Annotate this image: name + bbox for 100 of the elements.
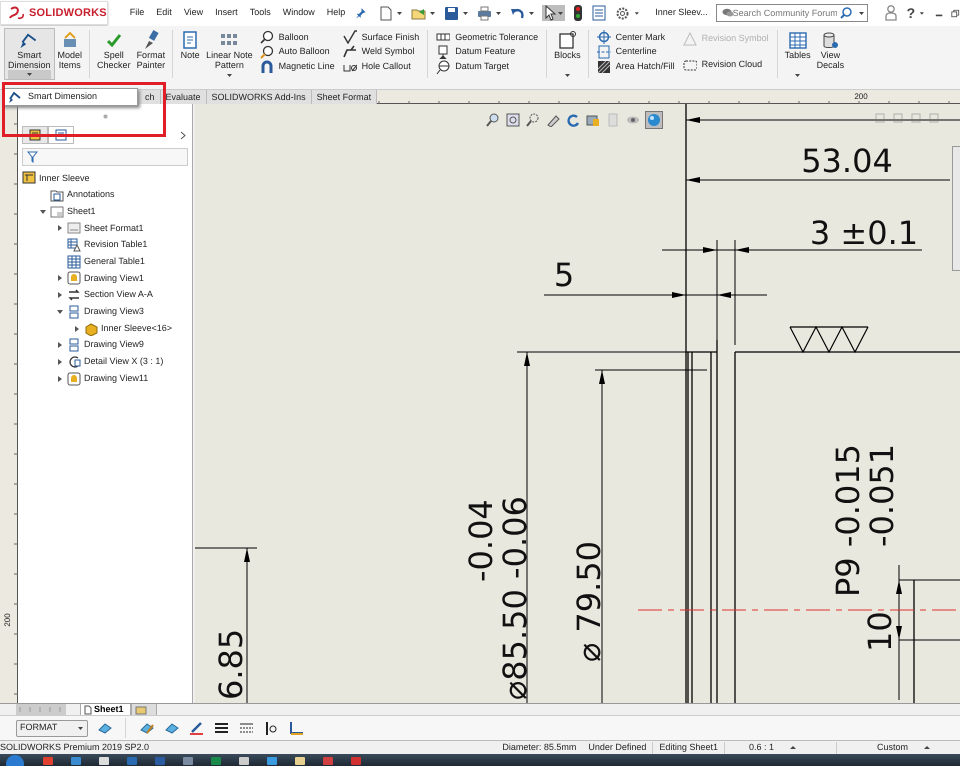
- pin-icon[interactable]: [355, 6, 367, 20]
- format-toolbar-button[interactable]: [238, 720, 255, 736]
- ribbon-button[interactable]: Centerline: [596, 44, 675, 60]
- ribbon-button[interactable]: View Decals: [814, 28, 848, 80]
- caret-icon: [428, 10, 436, 16]
- expand-arrow-icon[interactable]: [57, 358, 63, 365]
- toolbar-button[interactable]: [590, 5, 607, 21]
- line-thickness-icon: [214, 720, 229, 736]
- menu-item[interactable]: Edit: [150, 6, 178, 20]
- view-toolbar-button[interactable]: [525, 113, 541, 127]
- menu-item[interactable]: Window: [276, 6, 321, 20]
- tab[interactable]: SOLIDWORKS Add-Ins: [206, 90, 312, 104]
- tab[interactable]: ch: [140, 90, 161, 104]
- ribbon-button[interactable]: Revision Cloud: [682, 56, 769, 74]
- menu-item[interactable]: Help: [320, 6, 352, 20]
- filter-field[interactable]: [22, 148, 188, 166]
- tree-item[interactable]: Drawing View1: [84, 272, 144, 286]
- tree-item[interactable]: Revision Table1: [84, 238, 148, 252]
- help-button[interactable]: ?: [906, 2, 916, 24]
- toolbar-button[interactable]: [572, 5, 584, 21]
- ribbon-button[interactable]: Auto Balloon: [260, 44, 335, 60]
- cloud-icon: [682, 58, 697, 72]
- scene-button[interactable]: [645, 111, 663, 129]
- zoom-fit-icon: [506, 113, 520, 127]
- menu-item[interactable]: Insert: [209, 6, 244, 20]
- tree-item[interactable]: Detail View X (3 : 1): [84, 355, 164, 369]
- ribbon-button[interactable]: Surface Finish: [342, 30, 420, 45]
- ribbon-button[interactable]: Hole Callout: [342, 59, 420, 74]
- restore-icon[interactable]: [951, 8, 960, 18]
- view-toolbar-button[interactable]: [585, 113, 601, 127]
- ribbon-button[interactable]: Datum Feature: [436, 44, 538, 60]
- ribbon-button[interactable]: Smart Dimension: [4, 28, 55, 80]
- tab[interactable]: Evaluate: [160, 90, 207, 104]
- expand-arrow-icon[interactable]: [57, 342, 63, 348]
- start-orb-icon[interactable]: [4, 754, 26, 766]
- tree-item[interactable]: Drawing View3: [84, 305, 144, 319]
- collapse-arrow-icon[interactable]: [57, 308, 63, 315]
- ribbon-button[interactable]: Magnetic Line: [260, 59, 335, 74]
- format-toolbar-button[interactable]: [288, 720, 305, 736]
- toolbar-button[interactable]: [614, 6, 631, 20]
- ribbon-button[interactable]: Note: [177, 28, 204, 80]
- taskbar-app-icon[interactable]: [98, 755, 110, 765]
- expand-arrow-icon[interactable]: [74, 326, 80, 332]
- tree-item[interactable]: Annotations: [67, 188, 115, 202]
- view-toolbar-button[interactable]: [505, 113, 521, 127]
- menu-item[interactable]: File: [124, 6, 150, 20]
- format-toolbar-button[interactable]: [213, 720, 230, 736]
- ribbon-button[interactable]: Model Items: [54, 28, 86, 80]
- ribbon-button[interactable]: Weld Symbol: [342, 44, 420, 60]
- format-toolbar-button[interactable]: [188, 720, 205, 736]
- taskbar-app-icon[interactable]: [266, 755, 278, 765]
- taskbar-app-icon[interactable]: [238, 755, 250, 765]
- ribbon-button[interactable]: Datum Target: [436, 59, 538, 74]
- expand-arrow-icon[interactable]: [57, 275, 63, 282]
- search-icon[interactable]: [840, 7, 852, 19]
- expand-arrow-icon[interactable]: [57, 225, 63, 232]
- ribbon-button[interactable]: Format Painter: [134, 28, 168, 80]
- caret-up-icon[interactable]: [924, 745, 930, 750]
- user-button[interactable]: [884, 5, 898, 21]
- taskbar-app-icon[interactable]: [294, 755, 306, 765]
- ribbon-button[interactable]: Geometric Tolerance: [436, 30, 538, 45]
- ribbon-button[interactable]: Center Mark: [596, 30, 675, 45]
- view-toolbar-button[interactable]: [485, 113, 501, 127]
- tree-item[interactable]: Inner Sleeve: [39, 172, 90, 186]
- sheet-tab[interactable]: Sheet1: [80, 704, 131, 716]
- ribbon-button[interactable]: Tables: [782, 28, 814, 80]
- tree-item[interactable]: General Table1: [84, 255, 145, 269]
- select-button[interactable]: [542, 5, 565, 21]
- tree-item[interactable]: Drawing View9: [84, 338, 144, 352]
- caret-icon[interactable]: [858, 10, 865, 17]
- toolbar-button[interactable]: [442, 6, 470, 20]
- minimize-icon[interactable]: [911, 113, 921, 123]
- expand-arrow-icon[interactable]: [57, 292, 63, 298]
- status-text: 0.6 : 1: [748, 740, 775, 754]
- blocks-icon: [557, 30, 578, 50]
- tree-item[interactable]: Inner Sleeve<16>: [101, 322, 172, 336]
- chevron-right-icon[interactable]: [180, 130, 186, 140]
- ribbon-button[interactable]: Spell Checker: [94, 28, 134, 80]
- ribbon-button[interactable]: Blocks: [551, 28, 584, 80]
- tree-item[interactable]: Drawing View11: [84, 372, 148, 386]
- menu-item[interactable]: View: [178, 6, 210, 20]
- collapse-arrow-icon[interactable]: [40, 208, 46, 215]
- caret-up-icon[interactable]: [790, 745, 796, 750]
- layer-dropdown[interactable]: FORMAT: [16, 720, 88, 736]
- tree-item[interactable]: Sheet Format1: [84, 222, 144, 236]
- new-document-icon: [378, 6, 393, 20]
- ribbon-button[interactable]: Linear Note Pattern: [203, 28, 256, 80]
- table-icon: [67, 238, 81, 252]
- tree-item[interactable]: Section View A-A: [84, 288, 153, 302]
- restore-icon[interactable]: [929, 113, 939, 123]
- ribbon-button[interactable]: Balloon: [260, 30, 335, 45]
- view-toolbar-button[interactable]: [565, 113, 581, 127]
- tab[interactable]: Sheet Format: [312, 90, 378, 104]
- menu-item[interactable]: Smart Dimension: [28, 90, 98, 104]
- add-sheet-icon: [134, 704, 147, 714]
- ribbon-button[interactable]: Area Hatch/Fill: [596, 59, 675, 74]
- arrows-icon: [67, 288, 81, 302]
- tree-item[interactable]: Sheet1: [67, 204, 96, 218]
- expand-arrow-icon[interactable]: [57, 376, 63, 382]
- menu-item[interactable]: Tools: [244, 6, 277, 20]
